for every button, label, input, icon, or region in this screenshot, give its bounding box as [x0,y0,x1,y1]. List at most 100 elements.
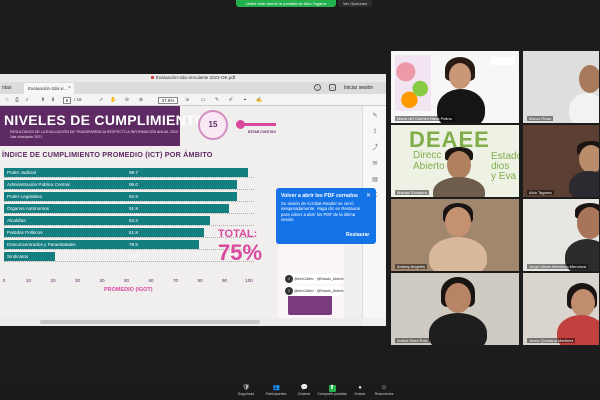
horizontal-scrollbar[interactable] [0,318,362,326]
sign-in-button[interactable]: Iniciar sesión [344,83,373,94]
chart-row: Órganos Autónomos 91.9 [4,202,254,214]
search-icon[interactable]: ⌕ [24,97,30,103]
x-tick-label: 90 [221,278,228,283]
close-icon[interactable]: ✕ [366,192,371,199]
x-tick-label: 20 [50,278,56,283]
x-tick-label: 10 [25,278,32,283]
data-label: 84.2 [129,217,138,223]
pdf-icon [150,76,154,80]
restore-button[interactable]: Restaurar [346,232,369,238]
tab-home[interactable]: ntas [0,83,22,94]
hand-icon[interactable]: ✋ [110,97,116,103]
x-tick-label: 100 [245,278,253,283]
x-tick-label: 60 [148,278,154,283]
print-icon[interactable]: ⎙ [14,97,20,103]
chart-row: Sindicatos 21.0 [4,250,254,262]
select-arrow-icon[interactable]: ➚ [98,97,104,103]
previous-page-icon[interactable]: ⬆ [40,97,46,103]
participant-tile[interactable]: Aldo Tagarra [522,124,600,198]
participant-tile[interactable]: Jorge Ulises Mendoza Mendoza [522,198,600,272]
participant-name: Jorge Ulises Mendoza Mendoza [527,264,589,269]
bar-chart: Poder Judicial 99.7 Administración Pública… [4,166,254,262]
window-title: Evaluación-2da vinculante 2021-OK.pdf [0,74,386,82]
zoom-level-input[interactable]: 37.5% [158,96,178,104]
facebook-icon: f [285,275,293,283]
reactions-button[interactable]: ☺ Reacciones [364,385,404,396]
total-label: TOTAL: [218,228,258,240]
shield-icon: 🛡 [242,385,251,391]
deaee-line: Abierto [413,161,445,172]
share-banner: Usted está viendo la pantalla de Aldo Ta… [236,0,336,7]
participant-name: Manuel Escalera [395,190,429,195]
category-label: Órganos Autónomos [7,205,49,211]
comment-tool-icon[interactable]: ✉ [371,160,379,168]
category-label: Alcaldías [7,217,26,223]
zoom-out-icon[interactable]: ⊖ [124,97,130,103]
highlight-icon[interactable]: ✎ [214,97,220,103]
data-label: 94.9 [129,193,138,199]
slide-title: NIVELES DE CUMPLIMIENTO [4,112,206,128]
slide-subtitle: RESULTADOS DE LA EVALUACIÓN DE TRANSPARE… [10,130,178,134]
participant-tile[interactable]: Aníbal Mora Ruiz [390,272,520,346]
x-tick-label: 0 [2,278,6,283]
participant-tile[interactable]: Jesús Quintana Martínez [522,272,600,346]
data-label: 99.7 [129,169,138,175]
bookmark-icon[interactable]: ☆ [4,97,10,103]
slide-subtitle-2: 2da vinculante 2021 [10,135,43,139]
notifications-icon[interactable]: ⌂ [329,84,336,91]
tab-close-icon[interactable]: × [68,83,71,94]
pdf-toolbar: ☆ ⎙ ⌕ ⬆ ⬇ 6 / 16 ➚ ✋ ⊖ ⊕ 37.5% ⇲ ▭ ✎ ✐ ⌖… [0,94,386,106]
chart-row: Alcaldías 84.2 [4,214,254,226]
chart-row: Partidos Políticos 81.8 [4,226,254,238]
page-number-input[interactable]: 6 [63,96,71,104]
deaee-line: Direcc [413,150,442,161]
data-label: 95.0 [129,181,138,187]
export-icon[interactable]: ⇪ [371,128,379,136]
participant-tile[interactable]: Andrey Angeles [390,198,520,272]
twitter-icon: t [285,287,293,295]
key-logo-icon [236,120,276,129]
participant-name: Aníbal Mora Ruiz [395,338,430,343]
edit-pdf-icon[interactable]: ✎ [371,112,379,120]
popup-title: Volver a abrir los PDF cerrados [281,193,358,199]
anniversary-badge: 15 [198,110,228,140]
participant-name: Andrey Angeles [395,264,428,269]
scrollbar-thumb[interactable] [40,320,260,324]
chart-row: Desconcentrados y Paraestatales 79.5 [4,238,254,250]
participant-tile[interactable]: DEAEE Direcc Abierto Estado dios y Eva M… [390,124,520,198]
tab-document[interactable]: Evaluación-2da vi... [24,83,74,94]
zoom-in-icon[interactable]: ⊕ [138,97,144,103]
x-axis-label: PROMEDIO (IGOT) [104,287,153,293]
participant-tile[interactable]: María del Carmen Nava Polina [390,50,520,124]
logo-mosaic [395,55,431,111]
chart-bar [4,215,211,225]
participant-name: Aldo Tagarra [527,190,554,195]
logo-text: ESTAR CONTIGO [248,130,277,134]
deaee-line: y Eva [491,171,517,182]
view-options-button[interactable]: Ver Opciones [338,0,372,7]
participant-name: Marco Rivas [527,116,554,121]
chart-bar [4,167,249,177]
chart-row: Administración Pública Central 95.0 [4,178,254,190]
tab-bar: ntas Evaluación-2da vi... × ? ⌂ Iniciar … [0,82,386,94]
category-label: Sindicatos [7,253,29,259]
slide-header: NIVELES DE CUMPLIMIENTO RESULTADOS DE LA… [0,106,206,146]
page-total: / 16 [74,97,82,102]
category-label: Poder Legislativo [7,193,43,199]
fit-page-icon[interactable]: ⇲ [184,97,190,103]
participant-tile[interactable]: Marco Rivas [522,50,600,124]
text-icon[interactable]: ⌖ [242,97,248,103]
category-label: Poder Judicial [7,169,36,175]
participant-name: Jesús Quintana Martínez [527,338,576,343]
chat-icon: 💬 [300,385,308,391]
record-icon: ● [358,385,362,391]
scan-icon[interactable]: ▤ [371,176,379,184]
comment-icon[interactable]: ▭ [200,97,206,103]
category-label: Administración Pública Central [7,181,70,187]
help-icon[interactable]: ? [314,84,321,91]
draw-icon[interactable]: ✐ [228,97,234,103]
next-page-icon[interactable]: ⬇ [50,97,56,103]
share-icon[interactable]: ⤴ [371,144,379,152]
sign-icon[interactable]: ✍ [256,97,262,103]
social-twitter: t @InfoCdMex · @Estado_Abierto [284,286,343,296]
